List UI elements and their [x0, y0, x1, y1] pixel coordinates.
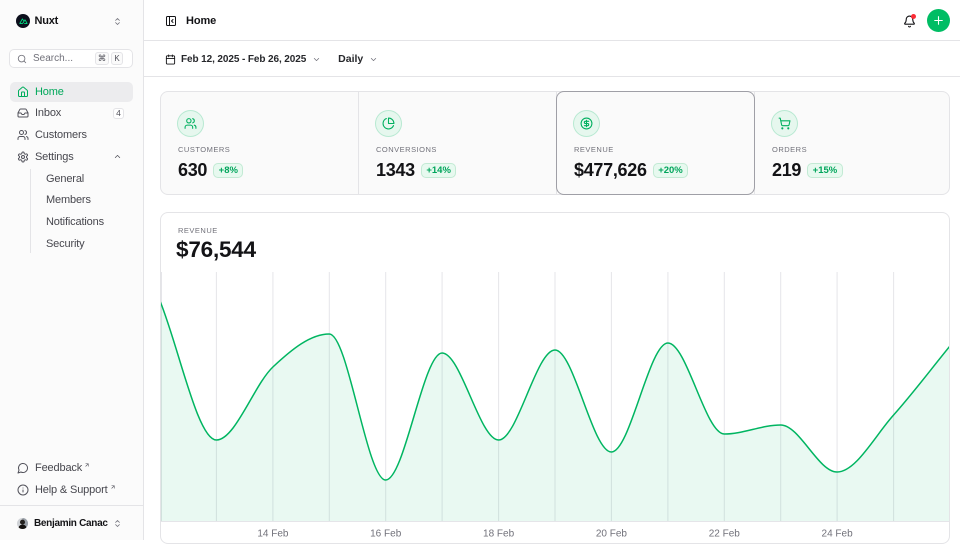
svg-text:20 Feb: 20 Feb [596, 529, 628, 540]
svg-text:22 Feb: 22 Feb [709, 529, 741, 540]
svg-text:18 Feb: 18 Feb [483, 529, 515, 540]
svg-text:24 Feb: 24 Feb [822, 529, 854, 540]
svg-text:14 Feb: 14 Feb [257, 529, 289, 540]
svg-text:16 Feb: 16 Feb [370, 529, 402, 540]
